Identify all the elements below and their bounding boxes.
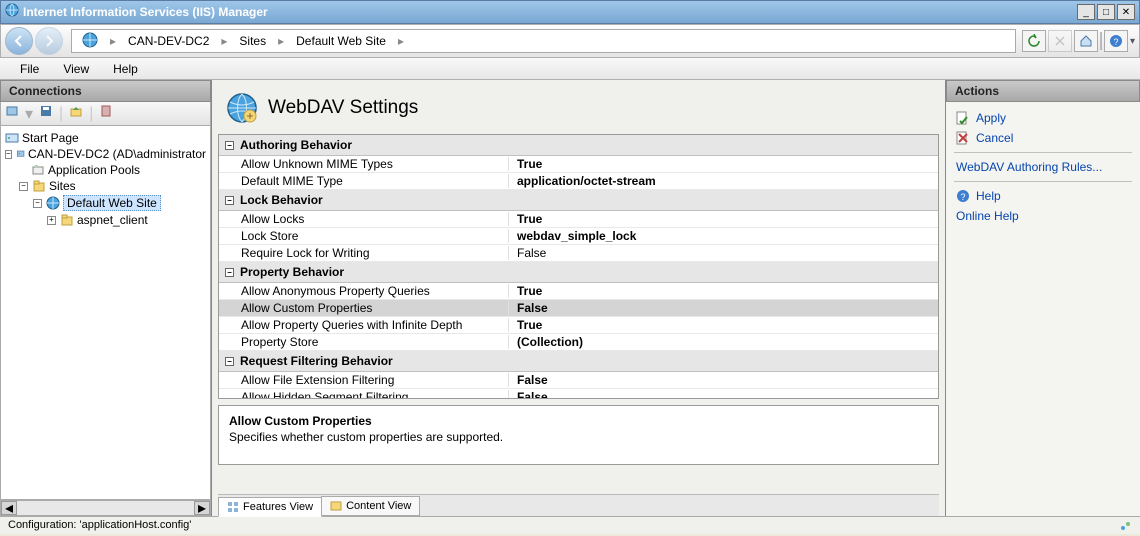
globe-icon — [46, 196, 60, 210]
bc-host[interactable]: CAN-DEV-DC2 — [122, 34, 215, 48]
breadcrumb[interactable]: ▸ CAN-DEV-DC2 ▸ Sites ▸ Default Web Site… — [71, 29, 1016, 53]
menu-help[interactable]: Help — [101, 62, 150, 76]
row-val[interactable]: application/octet-stream — [509, 174, 656, 188]
status-text: Configuration: 'applicationHost.config' — [8, 519, 191, 532]
home-button[interactable] — [1074, 30, 1098, 52]
tree-start-page[interactable]: Start Page — [22, 131, 79, 145]
scroll-right-icon[interactable]: ▸ — [194, 501, 210, 515]
view-tabs: Features View Content View — [218, 494, 939, 516]
row-val[interactable]: True — [509, 157, 542, 171]
action-apply[interactable]: Apply — [954, 108, 1132, 128]
close-button[interactable]: ✕ — [1117, 4, 1135, 20]
tab-content[interactable]: Content View — [321, 496, 420, 516]
bc-sites[interactable]: Sites — [233, 34, 272, 48]
row-key[interactable]: Allow File Extension Filtering — [219, 373, 509, 387]
row-key[interactable]: Allow Unknown MIME Types — [219, 157, 509, 171]
row-key[interactable]: Default MIME Type — [219, 174, 509, 188]
action-online-help[interactable]: Online Help — [954, 206, 1132, 226]
row-key[interactable]: Allow Anonymous Property Queries — [219, 284, 509, 298]
status-bar: Configuration: 'applicationHost.config' — [0, 516, 1140, 534]
help-button[interactable]: ? — [1104, 30, 1128, 52]
webdav-icon — [226, 92, 258, 124]
actions-header: Actions — [946, 80, 1140, 102]
folder-icon — [60, 213, 74, 227]
actions-panel: Actions Apply Cancel WebDAV Authoring Ru… — [945, 80, 1140, 516]
stop-button[interactable] — [1048, 30, 1072, 52]
action-cancel[interactable]: Cancel — [954, 128, 1132, 148]
minimize-button[interactable]: _ — [1077, 4, 1095, 20]
tree-expander[interactable]: − — [33, 199, 42, 208]
start-page-icon — [5, 131, 19, 145]
connect-icon[interactable] — [5, 104, 19, 123]
tab-features[interactable]: Features View — [218, 497, 322, 517]
tree-h-scrollbar[interactable]: ◂ ▸ — [0, 500, 211, 516]
refresh-button[interactable] — [1022, 30, 1046, 52]
page-title: WebDAV Settings — [268, 97, 418, 119]
svg-text:?: ? — [1113, 37, 1118, 47]
row-val[interactable]: True — [509, 212, 542, 226]
menu-view[interactable]: View — [51, 62, 101, 76]
delete-icon[interactable] — [99, 104, 113, 123]
desc-title: Allow Custom Properties — [229, 414, 928, 428]
connections-header: Connections — [0, 80, 211, 102]
row-key[interactable]: Allow Locks — [219, 212, 509, 226]
bc-site[interactable]: Default Web Site — [290, 34, 392, 48]
group-request[interactable]: Request Filtering Behavior — [240, 354, 393, 368]
menu-bar: File View Help — [0, 58, 1140, 80]
nav-toolbar: ▸ CAN-DEV-DC2 ▸ Sites ▸ Default Web Site… — [0, 24, 1140, 58]
row-val[interactable]: False — [509, 373, 548, 387]
row-key[interactable]: Lock Store — [219, 229, 509, 243]
connections-panel: Connections ▾ | | Start Page − CAN-DEV-D… — [0, 80, 212, 516]
row-val[interactable]: True — [509, 284, 542, 298]
tree-sites[interactable]: Sites — [49, 179, 76, 193]
sites-icon — [32, 179, 46, 193]
action-help[interactable]: ?Help — [954, 186, 1132, 206]
desc-body: Specifies whether custom properties are … — [229, 430, 928, 444]
forward-button[interactable] — [35, 27, 63, 55]
tree-apppools[interactable]: Application Pools — [48, 163, 140, 177]
row-val[interactable]: True — [509, 318, 542, 332]
app-icon — [5, 3, 19, 22]
row-val[interactable]: webdav_simple_lock — [509, 229, 636, 243]
row-val[interactable]: (Collection) — [509, 335, 583, 349]
row-key[interactable]: Require Lock for Writing — [219, 246, 509, 260]
row-val[interactable]: False — [509, 390, 548, 398]
menu-file[interactable]: File — [8, 62, 51, 76]
window-title: Internet Information Services (IIS) Mana… — [23, 5, 1077, 19]
group-authoring[interactable]: Authoring Behavior — [240, 138, 352, 152]
tree-host[interactable]: CAN-DEV-DC2 (AD\administrator — [28, 147, 206, 161]
row-key[interactable]: Property Store — [219, 335, 509, 349]
status-corner-icon — [1118, 519, 1132, 532]
save-icon[interactable] — [39, 104, 53, 123]
row-val[interactable]: False — [509, 246, 546, 260]
back-button[interactable] — [5, 27, 33, 55]
row-key[interactable]: Allow Hidden Segment Filtering — [219, 390, 509, 398]
server-icon — [16, 147, 25, 161]
tree-expander[interactable]: − — [19, 182, 28, 191]
content-panel: WebDAV Settings −Authoring Behavior Allo… — [212, 80, 945, 516]
scroll-left-icon[interactable]: ◂ — [1, 501, 17, 515]
tree-expander[interactable]: − — [5, 150, 12, 159]
row-val[interactable]: False — [509, 301, 548, 315]
connections-tree[interactable]: Start Page − CAN-DEV-DC2 (AD\administrat… — [0, 126, 211, 500]
apppools-icon — [31, 163, 45, 177]
globe-icon — [76, 32, 104, 51]
group-lock[interactable]: Lock Behavior — [240, 193, 323, 207]
property-grid[interactable]: −Authoring Behavior Allow Unknown MIME T… — [218, 134, 939, 399]
description-box: Allow Custom Properties Specifies whethe… — [218, 405, 939, 465]
connections-toolbar: ▾ | | — [0, 102, 211, 126]
group-property[interactable]: Property Behavior — [240, 265, 344, 279]
action-authoring-rules[interactable]: WebDAV Authoring Rules... — [954, 157, 1132, 177]
row-key[interactable]: Allow Property Queries with Infinite Dep… — [219, 318, 509, 332]
title-bar: Internet Information Services (IIS) Mana… — [0, 0, 1140, 24]
tree-expander[interactable]: + — [47, 216, 56, 225]
row-key[interactable]: Allow Custom Properties — [219, 301, 509, 315]
svg-text:?: ? — [960, 192, 965, 202]
tree-default-site[interactable]: Default Web Site — [63, 195, 161, 211]
maximize-button[interactable]: □ — [1097, 4, 1115, 20]
up-icon[interactable] — [69, 104, 83, 123]
tree-aspnet[interactable]: aspnet_client — [77, 213, 148, 227]
